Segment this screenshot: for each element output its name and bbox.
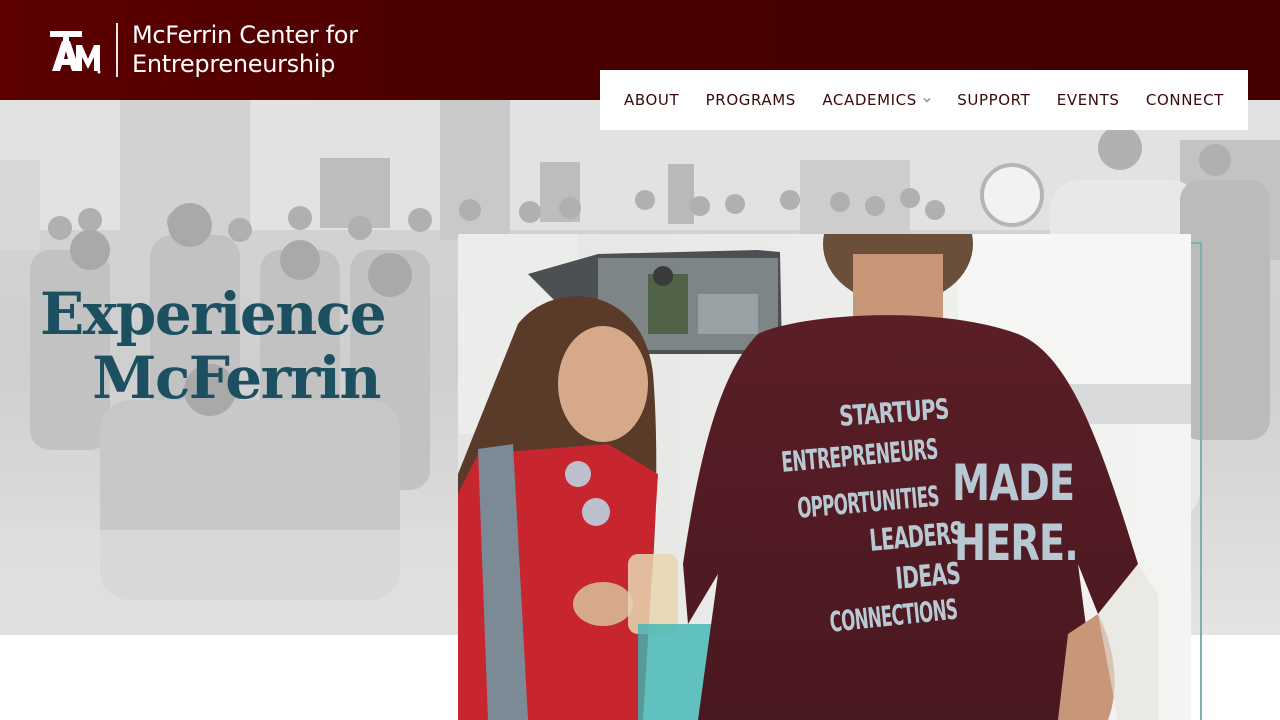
nav-item-programs[interactable]: PROGRAMS <box>706 91 796 109</box>
nav-item-academics[interactable]: ACADEMICS <box>822 91 931 109</box>
nav-item-label: PROGRAMS <box>705 91 796 109</box>
nav-item-label: EVENTS <box>1056 91 1120 109</box>
shirt-word: IDEAS <box>894 556 962 597</box>
nav-item-label: ACADEMICS <box>822 91 917 109</box>
students-photo-illustration <box>458 234 1191 720</box>
hero-headline-line2: McFerrin <box>92 344 381 412</box>
logo-divider <box>116 23 118 77</box>
site-name: McFerrin Center for Entrepreneurship <box>132 21 358 79</box>
nav-item-label: SUPPORT <box>957 91 1031 109</box>
nav-item-about[interactable]: ABOUT <box>624 91 679 109</box>
shirt-here: HERE. <box>954 514 1079 572</box>
chevron-down-icon <box>923 97 931 103</box>
nav-item-events[interactable]: EVENTS <box>1057 91 1120 109</box>
site-name-line1: McFerrin Center for <box>132 21 358 49</box>
nav-item-label: CONNECT <box>1145 91 1224 109</box>
main-nav: ABOUT PROGRAMS ACADEMICS SUPPORT EVENTS … <box>600 70 1248 130</box>
hero-headline-line1: Experience <box>40 280 387 348</box>
site-logo[interactable]: McFerrin Center for Entrepreneurship <box>48 21 358 79</box>
atm-logo-icon <box>50 31 101 74</box>
photo-accent-frame <box>1190 242 1202 720</box>
nav-item-connect[interactable]: CONNECT <box>1146 91 1224 109</box>
hero-feature-photo: STARTUPS ENTREPRENEURS OPPORTUNITIES LEA… <box>458 234 1191 720</box>
nav-item-support[interactable]: SUPPORT <box>957 91 1030 109</box>
hero-headline: Experience McFerrin <box>40 280 387 412</box>
site-name-line2: Entrepreneurship <box>132 50 336 78</box>
shirt-made: MADE <box>952 454 1075 512</box>
nav-item-label: ABOUT <box>624 91 680 109</box>
